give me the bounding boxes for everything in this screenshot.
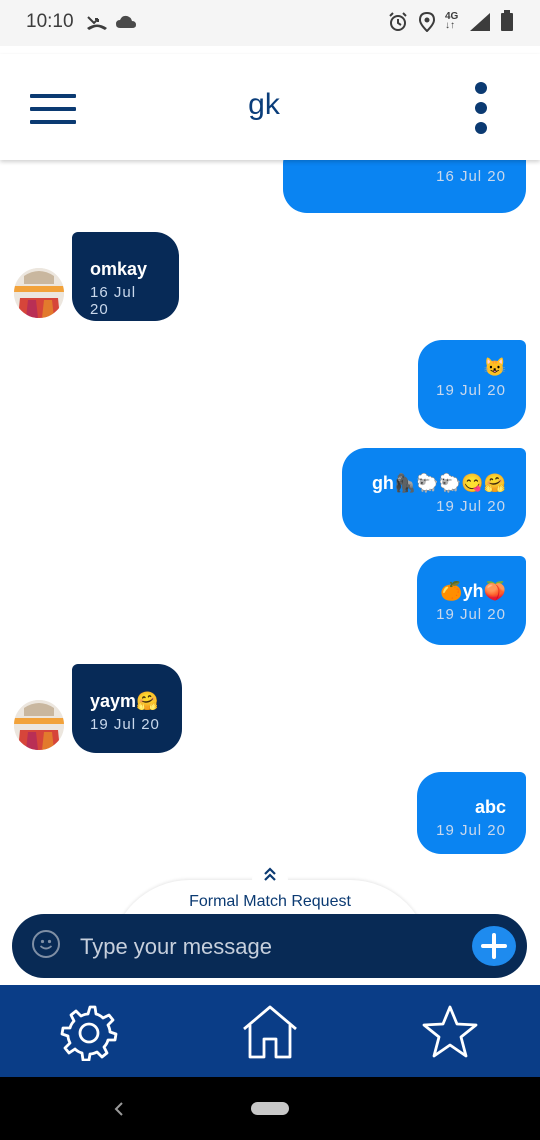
- more-options-icon[interactable]: [470, 82, 492, 136]
- message-timestamp: 19 Jul 20: [436, 382, 506, 399]
- message-timestamp: 16 Jul 20: [436, 168, 506, 185]
- missed-call-icon: [87, 16, 107, 30]
- signal-icon: [470, 13, 490, 31]
- message-text: 😺: [483, 357, 506, 377]
- message-text: 🍊yh🍑: [440, 581, 506, 601]
- network-type: 4G ↓↑: [445, 11, 459, 31]
- message-bubble-outgoing[interactable]: 16 Jul 20: [283, 160, 526, 213]
- home-icon[interactable]: [240, 1003, 300, 1061]
- message-text: yaym🤗: [90, 691, 159, 711]
- message-timestamp: 16 Jul 20: [90, 284, 137, 318]
- settings-icon[interactable]: [60, 1003, 120, 1062]
- message-bubble-incoming[interactable]: omkay 16 Jul 20: [72, 232, 179, 321]
- location-icon: [419, 12, 435, 32]
- add-attachment-button[interactable]: [472, 926, 516, 966]
- home-gesture-pill[interactable]: [251, 1102, 289, 1115]
- message-bubble-outgoing[interactable]: abc 19 Jul 20: [417, 772, 526, 854]
- message-bubble-outgoing[interactable]: 🍊yh🍑 19 Jul 20: [417, 556, 526, 645]
- system-nav-bar: [0, 1077, 540, 1140]
- message-timestamp: 19 Jul 20: [90, 716, 160, 733]
- alarm-icon: [389, 12, 407, 31]
- message-text: abc: [474, 797, 506, 817]
- bottom-nav: [0, 985, 540, 1077]
- message-bubble-incoming[interactable]: yaym🤗 19 Jul 20: [72, 664, 182, 753]
- conversation-title: gk: [248, 88, 280, 121]
- message-bubble-outgoing[interactable]: gh🦍🐑🐑😋🤗 19 Jul 20: [342, 448, 526, 537]
- emoji-icon[interactable]: [32, 930, 60, 958]
- star-icon[interactable]: [420, 1003, 480, 1061]
- message-timestamp: 19 Jul 20: [436, 822, 506, 839]
- avatar-image: [14, 268, 64, 318]
- avatar[interactable]: [14, 268, 64, 318]
- status-time: 10:10: [26, 11, 74, 32]
- message-bubble-outgoing[interactable]: 😺 19 Jul 20: [418, 340, 526, 429]
- formal-match-request-tab[interactable]: Formal Match Request: [0, 862, 540, 960]
- avatar-image: [14, 700, 64, 750]
- battery-icon: [501, 10, 513, 31]
- message-text: gh🦍🐑🐑😋🤗: [371, 473, 506, 493]
- plus-icon: [481, 933, 507, 959]
- message-timestamp: 19 Jul 20: [436, 498, 506, 515]
- status-bar: 10:10 4G ↓↑: [0, 0, 540, 46]
- cloud-icon: [116, 15, 136, 28]
- message-list[interactable]: 16 Jul 20 omkay 16 Jul 20 😺 19 Jul 20 gh…: [0, 160, 540, 920]
- message-composer: [12, 914, 527, 978]
- message-text: omkay: [90, 259, 148, 279]
- message-input[interactable]: [78, 928, 462, 966]
- chevron-up-icon[interactable]: [252, 862, 288, 884]
- app-bar: gk: [0, 54, 540, 160]
- avatar[interactable]: [14, 700, 64, 750]
- back-icon[interactable]: [112, 1101, 126, 1117]
- message-timestamp: 19 Jul 20: [436, 606, 506, 623]
- formal-match-label[interactable]: Formal Match Request: [0, 893, 540, 911]
